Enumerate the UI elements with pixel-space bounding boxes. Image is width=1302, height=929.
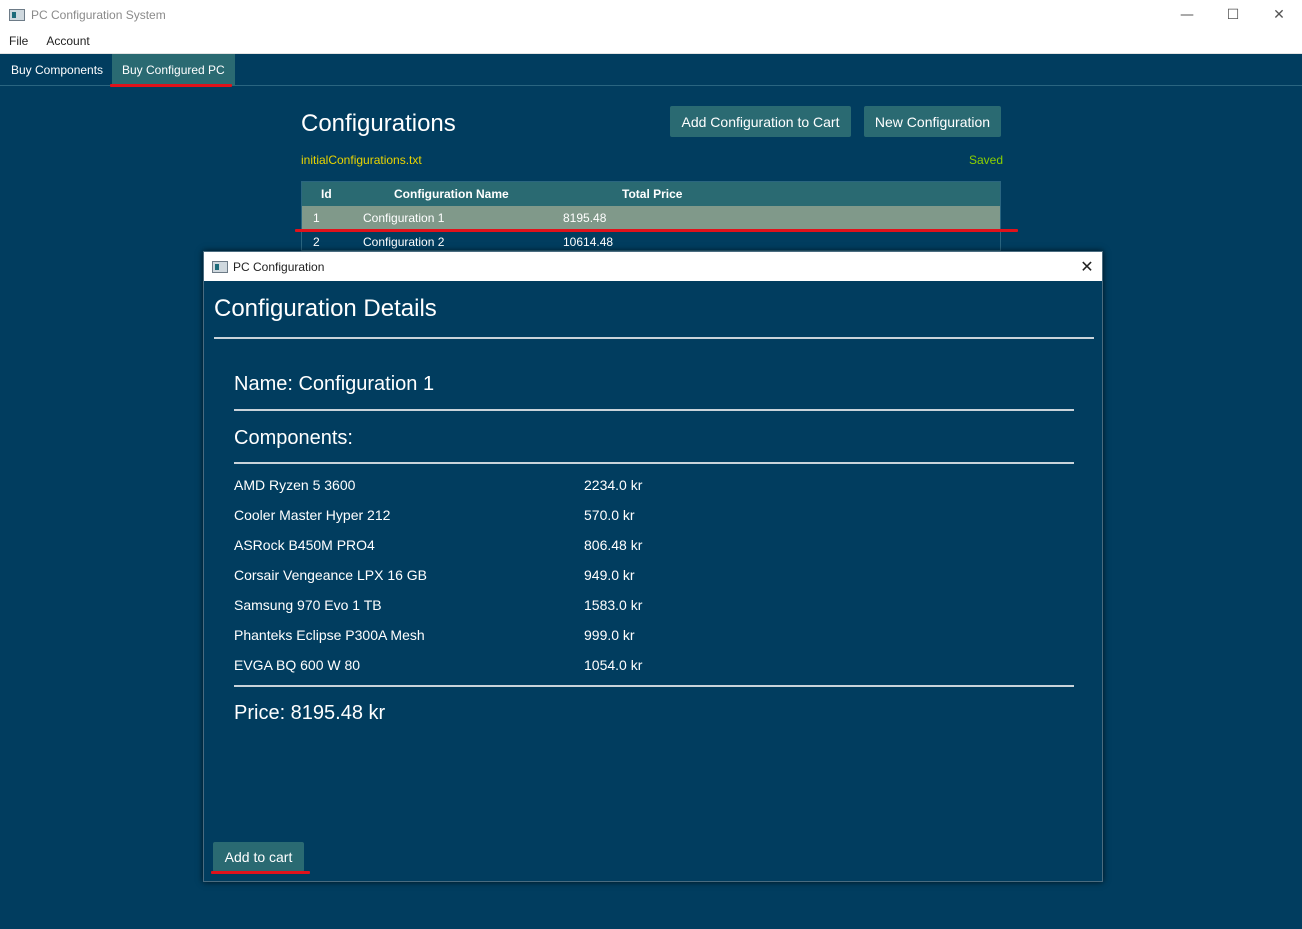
component-price: 806.48 kr <box>584 537 643 553</box>
component-name: ASRock B450M PRO4 <box>234 537 375 553</box>
component-price: 570.0 kr <box>584 507 635 523</box>
configuration-name: Name: Configuration 1 <box>234 373 435 395</box>
close-button[interactable]: ✕ <box>1256 0 1302 29</box>
total-price: Price: 8195.48 kr <box>234 702 386 724</box>
cell-name: Configuration 2 <box>363 235 445 249</box>
dialog-title: PC Configuration <box>233 259 325 274</box>
list-item: ASRock B450M PRO4 806.48 kr <box>234 537 1074 567</box>
list-item: Samsung 970 Evo 1 TB 1583.0 kr <box>234 597 1074 627</box>
divider <box>234 685 1074 687</box>
component-price: 999.0 kr <box>584 627 635 643</box>
filename-label: initialConfigurations.txt <box>301 153 422 167</box>
list-item: EVGA BQ 600 W 80 1054.0 kr <box>234 657 1074 687</box>
tab-bar: Buy Components Buy Configured PC <box>0 54 1302 86</box>
new-configuration-button[interactable]: New Configuration <box>864 106 1001 137</box>
saved-status: Saved <box>969 153 1004 167</box>
cell-name: Configuration 1 <box>363 211 445 225</box>
component-name: Phanteks Eclipse P300A Mesh <box>234 627 425 643</box>
maximize-button[interactable]: ☐ <box>1210 0 1256 29</box>
cell-id: 1 <box>313 211 320 225</box>
app-icon <box>9 8 25 21</box>
list-item: Cooler Master Hyper 212 570.0 kr <box>234 507 1074 537</box>
dialog-app-icon <box>212 260 228 273</box>
table-row[interactable]: 1 Configuration 1 8195.48 <box>302 206 1000 230</box>
window-title: PC Configuration System <box>31 7 166 22</box>
cell-id: 2 <box>313 235 320 249</box>
components-label: Components: <box>234 427 353 449</box>
configuration-dialog: PC Configuration ✕ Configuration Details… <box>203 251 1103 882</box>
cell-price: 10614.48 <box>563 235 614 249</box>
tab-buy-configured-pc[interactable]: Buy Configured PC <box>112 54 235 86</box>
add-configuration-to-cart-button[interactable]: Add Configuration to Cart <box>670 106 851 137</box>
annotation-underline-tab <box>110 84 232 87</box>
table-header: Id Configuration Name Total Price <box>302 182 1000 206</box>
component-name: EVGA BQ 600 W 80 <box>234 657 361 673</box>
header-total-price[interactable]: Total Price <box>622 187 682 201</box>
header-id[interactable]: Id <box>321 187 332 201</box>
dialog-titlebar[interactable]: PC Configuration ✕ <box>204 252 1102 281</box>
page-title: Configurations <box>301 110 456 137</box>
annotation-underline-row <box>295 229 1018 232</box>
add-to-cart-button[interactable]: Add to cart <box>213 842 304 872</box>
divider <box>234 409 1074 411</box>
component-name: Cooler Master Hyper 212 <box>234 507 391 523</box>
menu-file[interactable]: File <box>0 34 37 48</box>
component-price: 1583.0 kr <box>584 597 643 613</box>
component-price: 2234.0 kr <box>584 477 643 493</box>
list-item: Phanteks Eclipse P300A Mesh 999.0 kr <box>234 627 1074 657</box>
component-price: 949.0 kr <box>584 567 635 583</box>
window-controls: — ☐ ✕ <box>1164 0 1302 29</box>
annotation-underline-button <box>211 871 310 874</box>
minimize-button[interactable]: — <box>1164 0 1210 29</box>
list-item: Corsair Vengeance LPX 16 GB 949.0 kr <box>234 567 1074 597</box>
dialog-heading: Configuration Details <box>214 295 437 322</box>
component-name: Corsair Vengeance LPX 16 GB <box>234 567 428 583</box>
component-name: Samsung 970 Evo 1 TB <box>234 597 382 613</box>
configurations-table[interactable]: Id Configuration Name Total Price 1 Conf… <box>301 181 1001 251</box>
menu-account[interactable]: Account <box>37 34 98 48</box>
header-configuration-name[interactable]: Configuration Name <box>394 187 509 201</box>
window-titlebar[interactable]: PC Configuration System — ☐ ✕ <box>0 0 1302 29</box>
menu-bar: File Account <box>0 29 1302 54</box>
component-price: 1054.0 kr <box>584 657 643 673</box>
divider <box>234 462 1074 464</box>
dialog-close-button[interactable]: ✕ <box>1072 252 1102 281</box>
component-name: AMD Ryzen 5 3600 <box>234 477 356 493</box>
cell-price: 8195.48 <box>563 211 607 225</box>
list-item: AMD Ryzen 5 3600 2234.0 kr <box>234 477 1074 507</box>
divider <box>214 337 1094 339</box>
tab-buy-components[interactable]: Buy Components <box>1 54 113 86</box>
components-list: AMD Ryzen 5 3600 2234.0 kr Cooler Master… <box>234 477 1074 687</box>
